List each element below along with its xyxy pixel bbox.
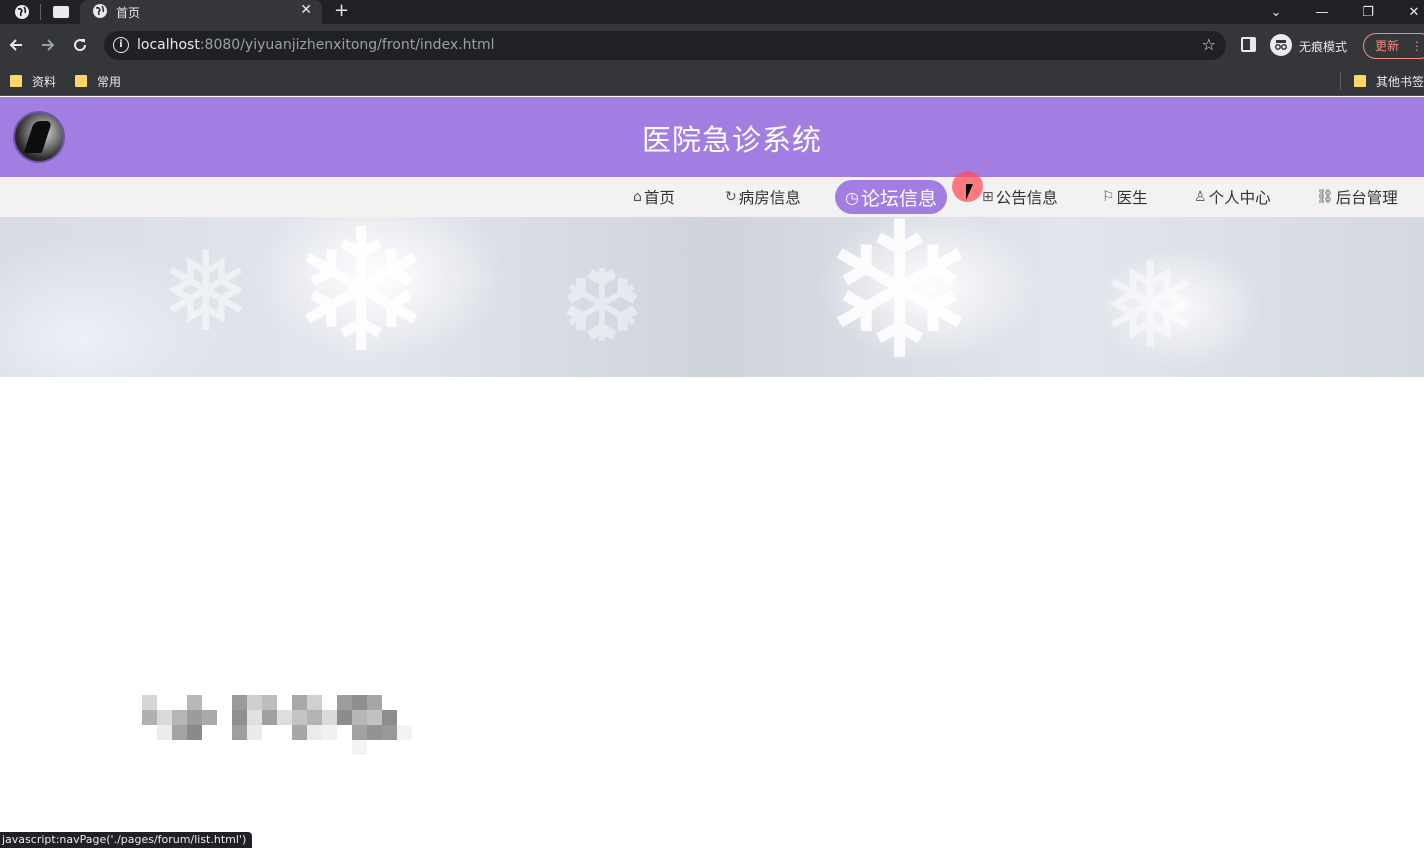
- nav-item-admin[interactable]: ⛓ 后台管理: [1316, 180, 1398, 214]
- window-close-icon[interactable]: ✕: [1404, 0, 1424, 24]
- page-title: 医院急诊系统: [641, 123, 822, 157]
- refresh-icon: ↻: [725, 189, 737, 205]
- nav-item-profile[interactable]: ♙ 个人中心: [1194, 180, 1271, 214]
- main-content: [0, 377, 1424, 848]
- address-url[interactable]: localhost:8080/yiyuanjizhenxitong/front/…: [137, 37, 495, 53]
- snowflake-decoration: ❄: [290, 217, 433, 377]
- other-bookmarks[interactable]: 其他书签: [1354, 72, 1424, 90]
- main-nav: ⌂ 首页 ↻ 病房信息 ◷ 论坛信息 ⊞ 公告信息 ⚐ 医生 ♙ 个人中心 ⛓ 后台管理: [0, 177, 1424, 217]
- link-icon: ⛓: [1316, 189, 1334, 205]
- nav-item-doctors[interactable]: ⚐ 医生: [1102, 180, 1148, 214]
- pixelated-heading: [142, 710, 412, 725]
- browser-tab-active[interactable]: 首页 ✕: [80, 0, 322, 24]
- nav-item-forum[interactable]: ◷ 论坛信息: [835, 180, 947, 214]
- globe-icon[interactable]: [13, 3, 31, 21]
- back-icon[interactable]: [5, 34, 27, 56]
- tab-separator: [40, 4, 41, 20]
- folder-icon: [75, 75, 87, 87]
- bookmark-star-icon[interactable]: ☆: [1202, 35, 1216, 54]
- forward-icon[interactable]: [37, 34, 59, 56]
- tab-title: 首页: [116, 6, 141, 20]
- new-tab-icon[interactable]: +: [334, 1, 349, 21]
- browser-tab-bar: 首页 ✕ + ⌄ — ❐ ✕: [0, 0, 1424, 24]
- home-icon: ⌂: [633, 189, 642, 205]
- hero-banner: ❄ ❄ ❅ ❆ ❅: [0, 217, 1424, 377]
- minimize-icon[interactable]: —: [1312, 0, 1332, 24]
- snowflake-decoration: ❆: [560, 248, 644, 365]
- clock-icon: ◷: [845, 187, 859, 207]
- tab-search-icon[interactable]: ⌄: [1266, 0, 1286, 24]
- update-button[interactable]: 更新 ⋮: [1363, 33, 1424, 59]
- tab-group-icon[interactable]: [52, 3, 70, 21]
- snowflake-decoration: ❅: [1100, 237, 1201, 376]
- site-info-icon[interactable]: i: [113, 37, 129, 53]
- bookmark-separator: [1340, 72, 1341, 90]
- folder-icon: [10, 75, 22, 87]
- user-icon: ♙: [1194, 189, 1207, 205]
- side-panel-icon[interactable]: [1241, 37, 1256, 52]
- nav-item-wards[interactable]: ↻ 病房信息: [725, 180, 801, 214]
- browser-toolbar: i localhost:8080/yiyuanjizhenxitong/fron…: [0, 24, 1424, 66]
- bookmark-folder-1[interactable]: 资料: [10, 72, 56, 90]
- flag-icon: ⚐: [1102, 189, 1115, 205]
- snowflake-decoration: ❅: [160, 228, 253, 356]
- mouse-cursor-icon: [966, 184, 973, 200]
- nav-item-announcements[interactable]: ⊞ 公告信息: [982, 180, 1058, 214]
- pixelated-heading: [142, 725, 412, 740]
- reload-icon[interactable]: [69, 34, 91, 56]
- bookmark-folder-2[interactable]: 常用: [75, 72, 121, 90]
- nav-item-home[interactable]: ⌂ 首页: [633, 180, 675, 214]
- restore-icon[interactable]: ❐: [1358, 0, 1378, 24]
- pixelated-heading: [142, 740, 412, 755]
- site-header: 医院急诊系统: [0, 97, 1424, 177]
- pixelated-heading: [142, 695, 412, 710]
- apps-icon: ⊞: [982, 189, 994, 205]
- close-icon[interactable]: ✕: [300, 2, 312, 18]
- tab-favicon-icon: [92, 3, 108, 23]
- snowflake-decoration: ❄: [820, 217, 980, 377]
- address-bar[interactable]: i localhost:8080/yiyuanjizhenxitong/fron…: [104, 31, 1226, 60]
- incognito-icon[interactable]: [1270, 34, 1292, 56]
- link-status-bar: javascript:navPage('./pages/forum/list.h…: [0, 832, 253, 848]
- bookmarks-bar: 资料 常用 其他书签: [0, 66, 1424, 96]
- folder-icon: [1354, 75, 1366, 87]
- incognito-label: 无痕模式: [1299, 40, 1348, 54]
